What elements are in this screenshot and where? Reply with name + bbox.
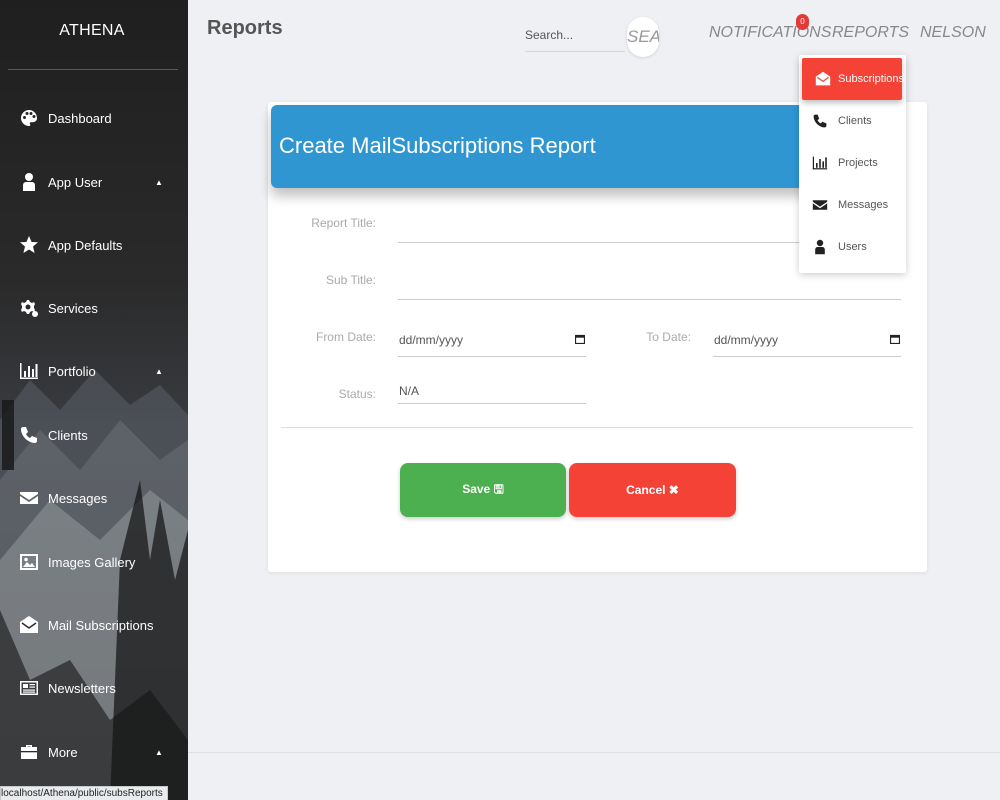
sidebar-item-dashboard[interactable]: Dashboard	[0, 98, 188, 138]
from-date-underline	[398, 356, 586, 357]
brand-divider	[8, 69, 178, 70]
to-date-label: To Date:	[646, 330, 691, 344]
calendar-icon[interactable]	[575, 334, 585, 344]
notifications-link[interactable]: NOTIFICATIONS	[709, 24, 831, 42]
sidebar-item-messages[interactable]: Messages	[0, 478, 188, 518]
envelope-icon	[18, 487, 40, 509]
newspaper-icon	[18, 677, 40, 699]
sidebar-item-images-gallery[interactable]: Images Gallery	[0, 542, 188, 582]
dropdown-item-messages[interactable]: Messages	[799, 184, 906, 226]
to-date-underline	[713, 356, 901, 357]
dropdown-item-label: Projects	[838, 157, 878, 169]
envelope-open-icon	[814, 70, 832, 88]
sidebar-item-label: More	[48, 744, 78, 760]
dropdown-item-label: Messages	[838, 199, 889, 211]
to-date-input[interactable]: dd/mm/yyyy	[714, 333, 778, 347]
bar-chart-icon	[811, 154, 829, 172]
search-input[interactable]	[525, 22, 625, 48]
sidebar-item-label: App Defaults	[48, 237, 123, 253]
sidebar-item-label: Services	[48, 300, 98, 316]
user-icon	[811, 238, 829, 256]
dropdown-item-subscriptions[interactable]: Subscriptions	[802, 58, 905, 100]
dropdown-item-label: Subscriptions	[838, 73, 905, 85]
cancel-button[interactable]: Cancel ✖	[569, 463, 736, 517]
report-form-header: Create MailSubscriptions Report	[271, 105, 841, 188]
briefcase-icon	[18, 741, 40, 763]
app-brand: ATHENA	[59, 22, 125, 39]
image-icon	[18, 551, 40, 573]
status-label: Status:	[338, 387, 376, 401]
sidebar: ATHENA Dashboard App User ▲ App Defaults…	[0, 0, 188, 800]
bar-chart-icon	[18, 360, 40, 382]
envelope-icon	[811, 196, 829, 214]
sidebar-item-label: Clients	[48, 427, 88, 443]
dropdown-item-projects[interactable]: Projects	[799, 142, 906, 184]
page-title: Reports	[207, 17, 283, 39]
form-heading: Create MailSubscriptions Report	[279, 133, 596, 158]
dropdown-item-label: Clients	[838, 115, 872, 127]
status-field[interactable]: N/A	[399, 384, 419, 398]
sidebar-item-label: Images Gallery	[48, 554, 136, 570]
sidebar-item-app-defaults[interactable]: App Defaults	[0, 225, 188, 265]
footer-divider	[188, 752, 1000, 753]
dropdown-item-label: Users	[838, 241, 867, 253]
user-menu-link[interactable]: NELSON	[920, 24, 986, 42]
report-title-label: Report Title:	[311, 216, 376, 230]
caret-up-icon: ▲	[155, 177, 163, 187]
envelope-open-icon	[18, 614, 40, 636]
sub-title-input[interactable]	[399, 273, 899, 297]
from-date-label: From Date:	[315, 330, 376, 344]
reports-link[interactable]: REPORTS	[832, 24, 909, 42]
sidebar-item-label: Portfolio	[48, 363, 96, 379]
sidebar-item-label: Mail Subscriptions	[48, 617, 154, 633]
sidebar-item-services[interactable]: Services	[0, 288, 188, 328]
reports-dropdown-menu: Subscriptions Clients Projects Messages …	[799, 55, 906, 273]
user-icon	[18, 171, 40, 193]
search-button[interactable]: SEA	[627, 17, 659, 57]
sidebar-item-portfolio[interactable]: Portfolio ▲	[0, 351, 188, 391]
caret-up-icon: ▲	[155, 366, 163, 376]
sidebar-item-newsletters[interactable]: Newsletters	[0, 668, 188, 708]
save-button[interactable]: Save 🖫	[400, 463, 566, 517]
palette-icon	[18, 107, 40, 129]
sub-title-underline	[398, 299, 901, 300]
form-divider	[281, 427, 913, 428]
browser-status-url: localhost/Athena/public/subsReports	[0, 786, 168, 800]
calendar-icon[interactable]	[890, 334, 900, 344]
sidebar-item-label: Dashboard	[48, 110, 112, 126]
gears-icon	[18, 297, 40, 319]
dropdown-item-users[interactable]: Users	[799, 226, 906, 268]
notification-count-badge: 0	[796, 14, 809, 30]
sidebar-item-mail-subscriptions[interactable]: Mail Subscriptions	[0, 605, 188, 645]
status-underline	[398, 403, 586, 404]
sidebar-item-clients[interactable]: Clients	[0, 415, 188, 455]
sidebar-item-label: Messages	[48, 490, 108, 506]
from-date-input[interactable]: dd/mm/yyyy	[399, 333, 463, 347]
sidebar-item-label: App User	[48, 174, 103, 190]
star-icon	[18, 234, 40, 256]
sidebar-item-more[interactable]: More ▲	[0, 732, 188, 772]
phone-icon	[811, 112, 829, 130]
phone-icon	[18, 424, 40, 446]
caret-up-icon: ▲	[155, 747, 163, 757]
sub-title-label: Sub Title:	[325, 273, 376, 287]
sidebar-item-app-user[interactable]: App User ▲	[0, 162, 188, 202]
sidebar-item-label: Newsletters	[48, 680, 116, 696]
dropdown-item-clients[interactable]: Clients	[799, 100, 906, 142]
search-box	[525, 22, 625, 52]
